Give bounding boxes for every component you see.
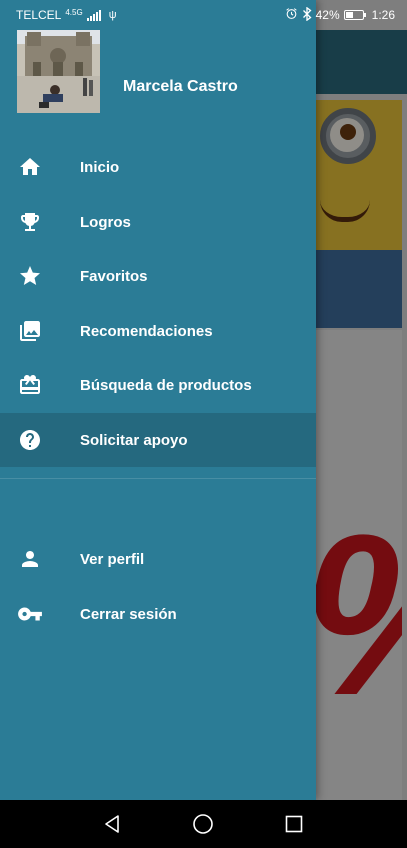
menu-item-favoritos[interactable]: Favoritos: [0, 249, 316, 303]
back-button[interactable]: [100, 812, 124, 836]
menu-label: Solicitar apoyo: [80, 431, 188, 449]
person-icon: [17, 546, 43, 572]
menu-label: Cerrar sesión: [80, 605, 177, 623]
recents-square-icon: [285, 815, 303, 833]
bluetooth-icon: [302, 6, 312, 24]
menu-item-inicio[interactable]: Inicio: [0, 140, 316, 194]
help-icon: [17, 427, 43, 453]
recents-button[interactable]: [282, 812, 306, 836]
home-circle-icon: [193, 814, 213, 834]
menu-label: Búsqueda de productos: [80, 376, 252, 394]
clock: 1:26: [371, 8, 395, 22]
star-icon: [17, 263, 43, 289]
battery-icon: [343, 10, 366, 20]
menu-divider: [0, 478, 316, 479]
home-button[interactable]: [191, 812, 215, 836]
battery-percent: 42%: [315, 8, 340, 22]
menu-label: Inicio: [80, 158, 120, 176]
menu-label: Ver perfil: [80, 550, 145, 568]
menu-item-logros[interactable]: Logros: [0, 195, 316, 249]
menu-item-busqueda-de-productos[interactable]: Búsqueda de productos: [0, 358, 316, 412]
status-bar: TELCEL 4.5G ψ 42% 1:26: [0, 0, 407, 30]
trophy-icon: [17, 209, 43, 235]
avatar-photo: [17, 30, 100, 113]
signal-icon: [86, 9, 101, 21]
usb-icon: ψ: [108, 9, 117, 21]
home-icon: [17, 154, 43, 180]
navigation-drawer: Marcela Castro Inicio Logros Favoritos R…: [0, 0, 316, 800]
avatar[interactable]: [17, 30, 100, 113]
system-navigation-bar: [0, 800, 407, 848]
photo-library-icon: [17, 318, 43, 344]
menu-label: Recomendaciones: [80, 322, 213, 340]
menu-item-cerrar-sesion[interactable]: Cerrar sesión: [0, 587, 316, 641]
back-triangle-icon: [105, 815, 119, 833]
user-name: Marcela Castro: [123, 78, 238, 95]
menu-item-ver-perfil[interactable]: Ver perfil: [0, 532, 316, 586]
menu-label: Favoritos: [80, 267, 148, 285]
menu-item-recomendaciones[interactable]: Recomendaciones: [0, 304, 316, 358]
key-icon: [17, 601, 43, 627]
gift-card-icon: [17, 372, 43, 398]
alarm-icon: [285, 7, 298, 23]
drawer-header: Marcela Castro: [0, 30, 316, 118]
menu-item-solicitar-apoyo[interactable]: Solicitar apoyo: [0, 413, 316, 467]
battery-fill: [345, 12, 353, 18]
network-type: 4.5G: [65, 7, 83, 17]
menu-label: Logros: [80, 213, 131, 231]
carrier-name: TELCEL: [16, 8, 62, 22]
